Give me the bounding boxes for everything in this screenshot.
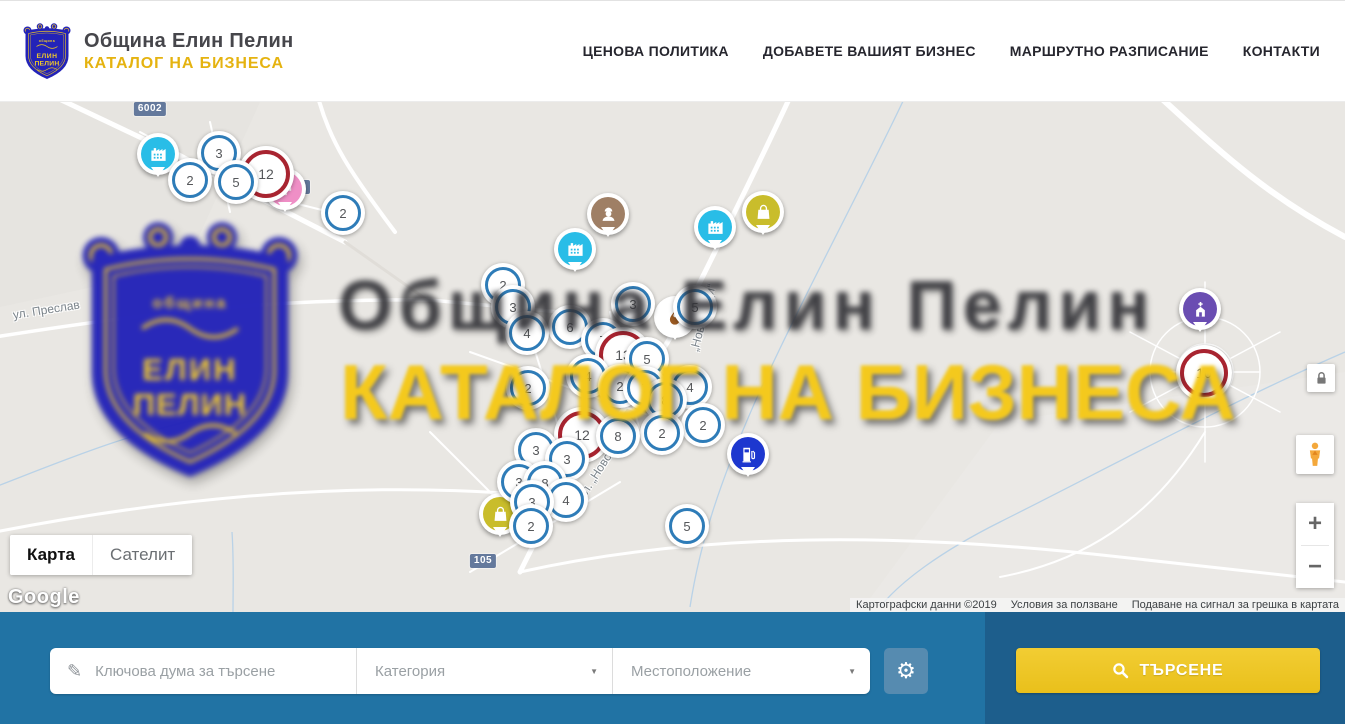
zoom-out-button[interactable]: − bbox=[1296, 546, 1334, 588]
site-title: Община Елин Пелин bbox=[84, 30, 294, 53]
street-view-pegman-button[interactable] bbox=[1296, 435, 1334, 474]
brand-text: Община Елин Пелин КАТАЛОГ НА БИЗНЕСА bbox=[84, 30, 294, 73]
category-select[interactable]: Категория ▼ bbox=[356, 648, 612, 694]
google-logo[interactable]: Google bbox=[8, 586, 80, 609]
map-pin-fuel[interactable] bbox=[727, 433, 769, 475]
map-canvas[interactable]: ул. Преславбул. „Новоселци“„Новоселци“ 6… bbox=[0, 102, 1345, 612]
chevron-down-icon: ▼ bbox=[590, 667, 598, 676]
map-attribution: Картографски данни ©2019 Условия за полз… bbox=[850, 598, 1345, 612]
nav-item-add-your-business[interactable]: ДОБАВЕТЕ ВАШИЯТ БИЗНЕС bbox=[763, 43, 976, 59]
map-type-satellite-button[interactable]: Сателит bbox=[92, 535, 192, 575]
municipality-crest-logo bbox=[22, 21, 72, 81]
map-cluster[interactable]: 8 bbox=[596, 414, 640, 458]
map-type-control: Карта Сателит bbox=[10, 535, 192, 575]
search-bar-right: ТЪРСЕНЕ bbox=[985, 612, 1345, 724]
lock-button[interactable] bbox=[1307, 364, 1335, 392]
map-cluster[interactable]: 10 bbox=[1176, 345, 1232, 401]
road-label: 6002 bbox=[134, 102, 166, 116]
map-cluster[interactable]: 2 bbox=[168, 158, 212, 202]
page: Община Елин Пелин КАТАЛОГ НА БИЗНЕСА ЦЕН… bbox=[0, 0, 1345, 725]
map-cluster[interactable]: 5 bbox=[673, 285, 717, 329]
search-bar-left: ✎ Категория ▼ Местоположение ▼ ⚙ bbox=[0, 612, 985, 724]
pencil-icon: ✎ bbox=[67, 661, 82, 682]
attribution-copyright: Картографски данни ©2019 bbox=[856, 599, 997, 611]
zoom-control: + − bbox=[1296, 503, 1334, 588]
map-cluster[interactable]: 5 bbox=[214, 160, 258, 204]
search-bar: ✎ Категория ▼ Местоположение ▼ ⚙ bbox=[0, 612, 1345, 724]
map-cluster[interactable]: 2 bbox=[506, 366, 550, 410]
map-pin-worker[interactable] bbox=[587, 193, 629, 235]
keyword-field: ✎ bbox=[50, 648, 356, 694]
main-nav: ЦЕНОВА ПОЛИТИКА ДОБАВЕТЕ ВАШИЯТ БИЗНЕС М… bbox=[583, 43, 1320, 59]
terms-of-use-link[interactable]: Условия за ползване bbox=[1011, 599, 1118, 611]
nav-item-contacts[interactable]: КОНТАКТИ bbox=[1243, 43, 1320, 59]
search-submit-label: ТЪРСЕНЕ bbox=[1139, 662, 1223, 680]
map-cluster[interactable]: 4 bbox=[505, 311, 549, 355]
pegman-icon bbox=[1306, 441, 1324, 468]
site-logo[interactable]: Община Елин Пелин КАТАЛОГ НА БИЗНЕСА bbox=[22, 21, 294, 81]
chevron-down-icon: ▼ bbox=[848, 667, 856, 676]
map-pin-church[interactable] bbox=[1179, 288, 1221, 330]
map-cluster[interactable]: 2 bbox=[321, 191, 365, 235]
location-select-value: Местоположение bbox=[631, 663, 751, 680]
nav-item-route-schedule[interactable]: МАРШРУТНО РАЗПИСАНИЕ bbox=[1010, 43, 1209, 59]
zoom-in-button[interactable]: + bbox=[1296, 503, 1334, 545]
site-subtitle: КАТАЛОГ НА БИЗНЕСА bbox=[84, 55, 294, 73]
map-cluster[interactable]: 3 bbox=[611, 282, 655, 326]
map-type-map-button[interactable]: Карта bbox=[10, 535, 92, 575]
search-fields-group: ✎ Категория ▼ Местоположение ▼ bbox=[50, 648, 870, 694]
map-pin-factory[interactable] bbox=[554, 228, 596, 270]
category-select-value: Категория bbox=[375, 663, 445, 680]
nav-item-pricing-policy[interactable]: ЦЕНОВА ПОЛИТИКА bbox=[583, 43, 729, 59]
header: Община Елин Пелин КАТАЛОГ НА БИЗНЕСА ЦЕН… bbox=[0, 0, 1345, 102]
map-cluster[interactable]: 2 bbox=[681, 403, 725, 447]
lock-icon bbox=[1315, 371, 1328, 385]
road-label: 105 bbox=[470, 554, 496, 568]
report-map-error-link[interactable]: Подаване на сигнал за грешка в картата bbox=[1132, 599, 1339, 611]
search-icon bbox=[1112, 662, 1129, 679]
map-pin-bag[interactable] bbox=[742, 191, 784, 233]
gear-icon: ⚙ bbox=[896, 660, 916, 682]
map-pin-factory[interactable] bbox=[694, 206, 736, 248]
keyword-input[interactable] bbox=[93, 662, 344, 681]
map-cluster[interactable]: 2 bbox=[640, 411, 684, 455]
advanced-settings-button[interactable]: ⚙ bbox=[884, 648, 928, 694]
search-submit-button[interactable]: ТЪРСЕНЕ bbox=[1016, 648, 1320, 693]
map-cluster[interactable]: 5 bbox=[665, 504, 709, 548]
location-select[interactable]: Местоположение ▼ bbox=[612, 648, 870, 694]
map-cluster[interactable]: 2 bbox=[509, 504, 553, 548]
